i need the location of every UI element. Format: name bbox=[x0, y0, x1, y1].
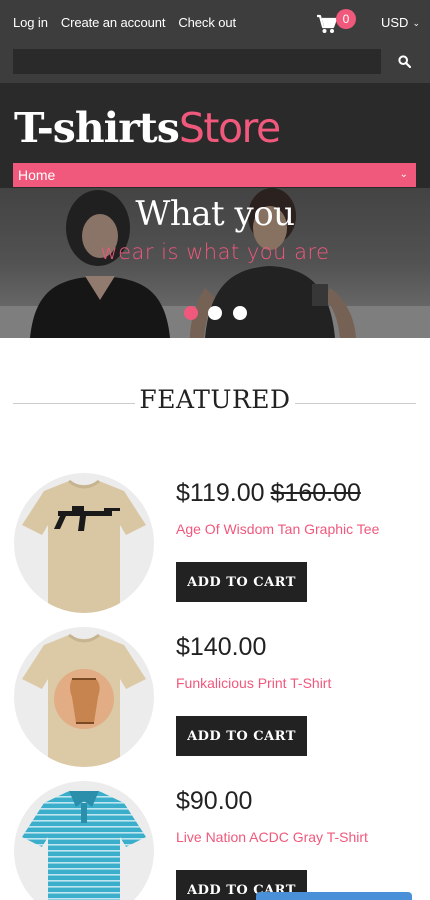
current-price: $119.00 bbox=[176, 479, 265, 507]
checkout-link[interactable]: Check out bbox=[178, 15, 236, 30]
product-name-link[interactable]: Funkalicious Print T-Shirt bbox=[176, 675, 331, 691]
hero-subtitle: wear is what you are bbox=[100, 240, 330, 264]
featured-heading: FEATURED bbox=[0, 385, 430, 414]
slider-dot-1[interactable] bbox=[184, 306, 198, 320]
product-card: $90.00 Live Nation ACDC Gray T-Shirt ADD… bbox=[0, 781, 430, 900]
search-icon bbox=[397, 55, 411, 68]
logo-text-tshirts: T-shirts bbox=[14, 104, 180, 152]
nav-menu-select[interactable]: Home ⌄ bbox=[13, 163, 416, 187]
store-logo[interactable]: T-shirtsStore bbox=[14, 103, 281, 153]
add-to-cart-button[interactable]: ADD TO CART bbox=[176, 716, 307, 756]
cart-count-badge[interactable]: 0 bbox=[336, 9, 356, 29]
create-account-link[interactable]: Create an account bbox=[61, 15, 166, 30]
logo-text-store: Store bbox=[178, 104, 281, 152]
top-bar: Log in Create an account Check out 0 USD… bbox=[0, 0, 430, 83]
chevron-down-icon: ⌄ bbox=[399, 169, 408, 180]
currency-label: USD bbox=[381, 15, 409, 30]
site-header: T-shirtsStore Home ⌄ bbox=[0, 83, 430, 188]
slider-dot-2[interactable] bbox=[208, 306, 222, 320]
cart-icon[interactable] bbox=[316, 13, 338, 35]
chevron-down-icon: ⌄ bbox=[412, 18, 420, 28]
product-price: $90.00 bbox=[176, 787, 252, 816]
product-card: $140.00 Funkalicious Print T-Shirt ADD T… bbox=[0, 627, 430, 777]
nav-label: Home bbox=[18, 167, 56, 183]
slider-dot-3[interactable] bbox=[233, 306, 247, 320]
product-card: $119.00 $160.00 Age Of Wisdom Tan Graphic… bbox=[0, 473, 430, 623]
current-price: $90.00 bbox=[176, 787, 253, 815]
hero-slider: What you wear is what you are bbox=[0, 188, 430, 338]
product-price: $119.00 $160.00 bbox=[176, 479, 361, 508]
add-to-cart-button[interactable]: ADD TO CART bbox=[176, 562, 307, 602]
currency-selector[interactable]: USD ⌄ bbox=[381, 15, 420, 30]
search-input[interactable] bbox=[13, 49, 381, 74]
hero-title: What you bbox=[135, 194, 295, 234]
search-button[interactable] bbox=[390, 49, 418, 74]
account-links: Log in Create an account Check out bbox=[13, 15, 236, 30]
product-name-link[interactable]: Live Nation ACDC Gray T-Shirt bbox=[176, 829, 368, 845]
old-price: $160.00 bbox=[270, 479, 361, 507]
current-price: $140.00 bbox=[176, 633, 267, 661]
featured-title: FEATURED bbox=[135, 385, 295, 414]
product-price: $140.00 bbox=[176, 633, 266, 662]
product-image-tan-tee[interactable] bbox=[14, 473, 154, 613]
product-image-polo[interactable] bbox=[14, 781, 154, 900]
login-link[interactable]: Log in bbox=[13, 15, 48, 30]
product-name-link[interactable]: Age Of Wisdom Tan Graphic Tee bbox=[176, 521, 379, 537]
chat-widget-tab[interactable] bbox=[256, 892, 412, 900]
product-image-funkalicious[interactable] bbox=[14, 627, 154, 767]
